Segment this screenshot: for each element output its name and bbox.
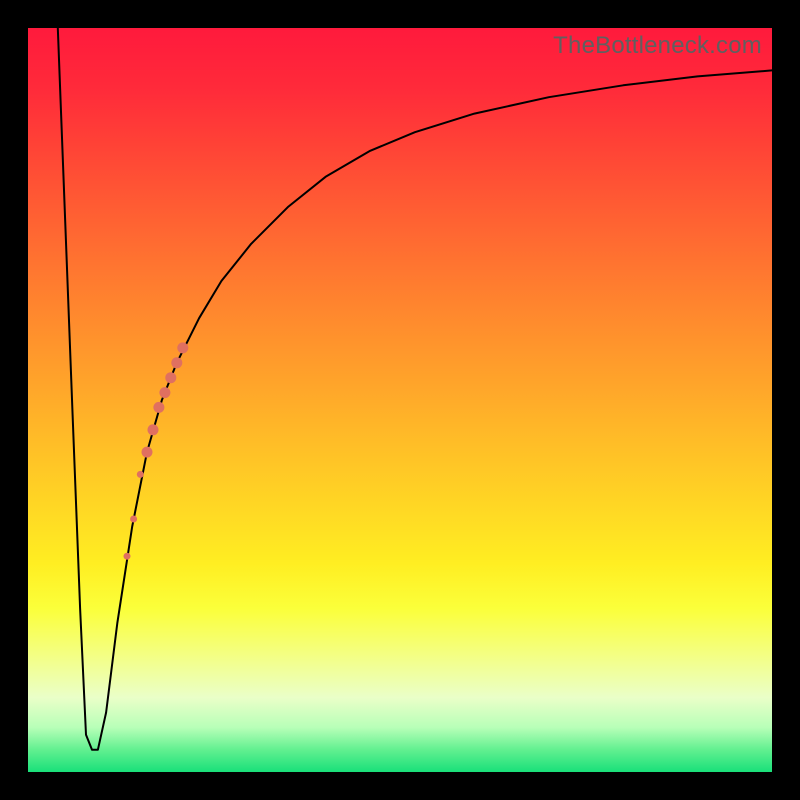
marker-dot [148,424,159,435]
marker-dot [142,447,153,458]
marker-dot [130,516,137,523]
marker-dot [124,553,131,560]
marker-dot [137,471,144,478]
chart-overlay [28,28,772,772]
marker-dot [159,387,170,398]
marker-dot [177,342,188,353]
highlight-markers [124,342,189,559]
plot-area: TheBottleneck.com [28,28,772,772]
marker-dot [153,402,164,413]
chart-frame: TheBottleneck.com [0,0,800,800]
marker-dot [165,372,176,383]
marker-dot [171,357,182,368]
